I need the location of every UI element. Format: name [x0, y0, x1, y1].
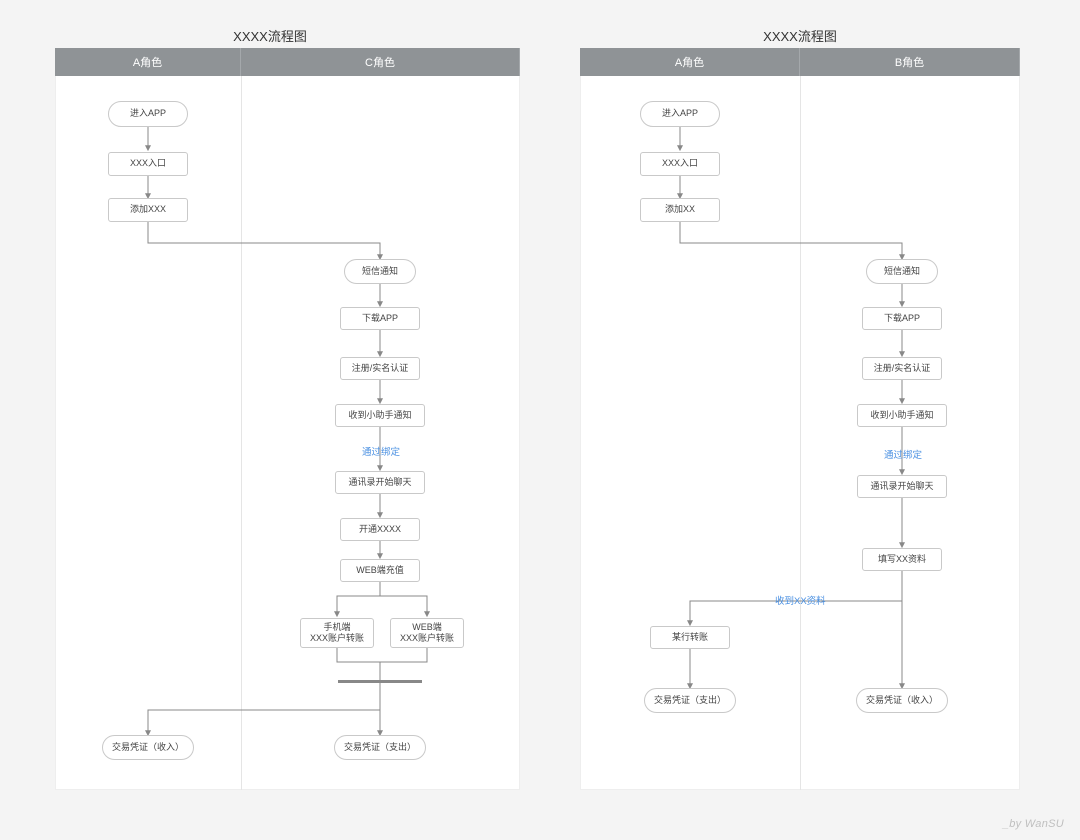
l-phone-l1: 手机端 [323, 622, 350, 633]
l-sms: 短信通知 [344, 259, 416, 284]
l-join-bar [338, 680, 422, 683]
r-lbl-recv: 收到XX资料 [775, 593, 826, 607]
diagram-canvas: XXXX流程图 A角色 C角色 [0, 0, 1080, 840]
r-add: 添加XX [640, 198, 720, 222]
right-col-a: A角色 [580, 48, 800, 76]
l-add: 添加XXX [108, 198, 188, 222]
right-separator [800, 76, 801, 790]
l-topup: WEB端充值 [340, 559, 420, 582]
right-title: XXXX流程图 [700, 26, 900, 45]
l-web-l1: WEB端 [412, 622, 442, 633]
r-lbl-bind: 通过绑定 [884, 447, 922, 461]
l-contacts: 通讯录开始聊天 [335, 471, 425, 494]
left-col-c: C角色 [241, 48, 520, 76]
left-title: XXXX流程图 [170, 26, 370, 45]
l-register: 注册/实名认证 [340, 357, 420, 380]
r-assistant: 收到小助手通知 [857, 404, 947, 427]
r-transfer: 某行转账 [650, 626, 730, 649]
r-receipt-out: 交易凭证（支出） [644, 688, 736, 713]
r-fill: 填写XX资料 [862, 548, 942, 571]
r-entry: XXX入口 [640, 152, 720, 176]
l-web: WEB端 XXX账户转账 [390, 618, 464, 648]
r-download: 下载APP [862, 307, 942, 330]
l-phone: 手机端 XXX账户转账 [300, 618, 374, 648]
l-receipt-in: 交易凭证（收入） [102, 735, 194, 760]
r-receipt-in: 交易凭证（收入） [856, 688, 948, 713]
l-enter: 进入APP [108, 101, 188, 127]
r-sms: 短信通知 [866, 259, 938, 284]
left-separator [241, 76, 242, 790]
watermark: _by WanSU [1003, 818, 1064, 830]
left-col-a: A角色 [55, 48, 241, 76]
l-assistant: 收到小助手通知 [335, 404, 425, 427]
l-lbl-bind: 通过绑定 [362, 444, 400, 458]
r-enter: 进入APP [640, 101, 720, 127]
l-phone-l2: XXX账户转账 [310, 633, 364, 644]
l-web-l2: XXX账户转账 [400, 633, 454, 644]
l-open: 开通XXXX [340, 518, 420, 541]
r-register: 注册/实名认证 [862, 357, 942, 380]
l-download: 下载APP [340, 307, 420, 330]
right-col-b: B角色 [800, 48, 1020, 76]
r-contacts: 通讯录开始聊天 [857, 475, 947, 498]
l-receipt-out: 交易凭证（支出） [334, 735, 426, 760]
l-entry: XXX入口 [108, 152, 188, 176]
